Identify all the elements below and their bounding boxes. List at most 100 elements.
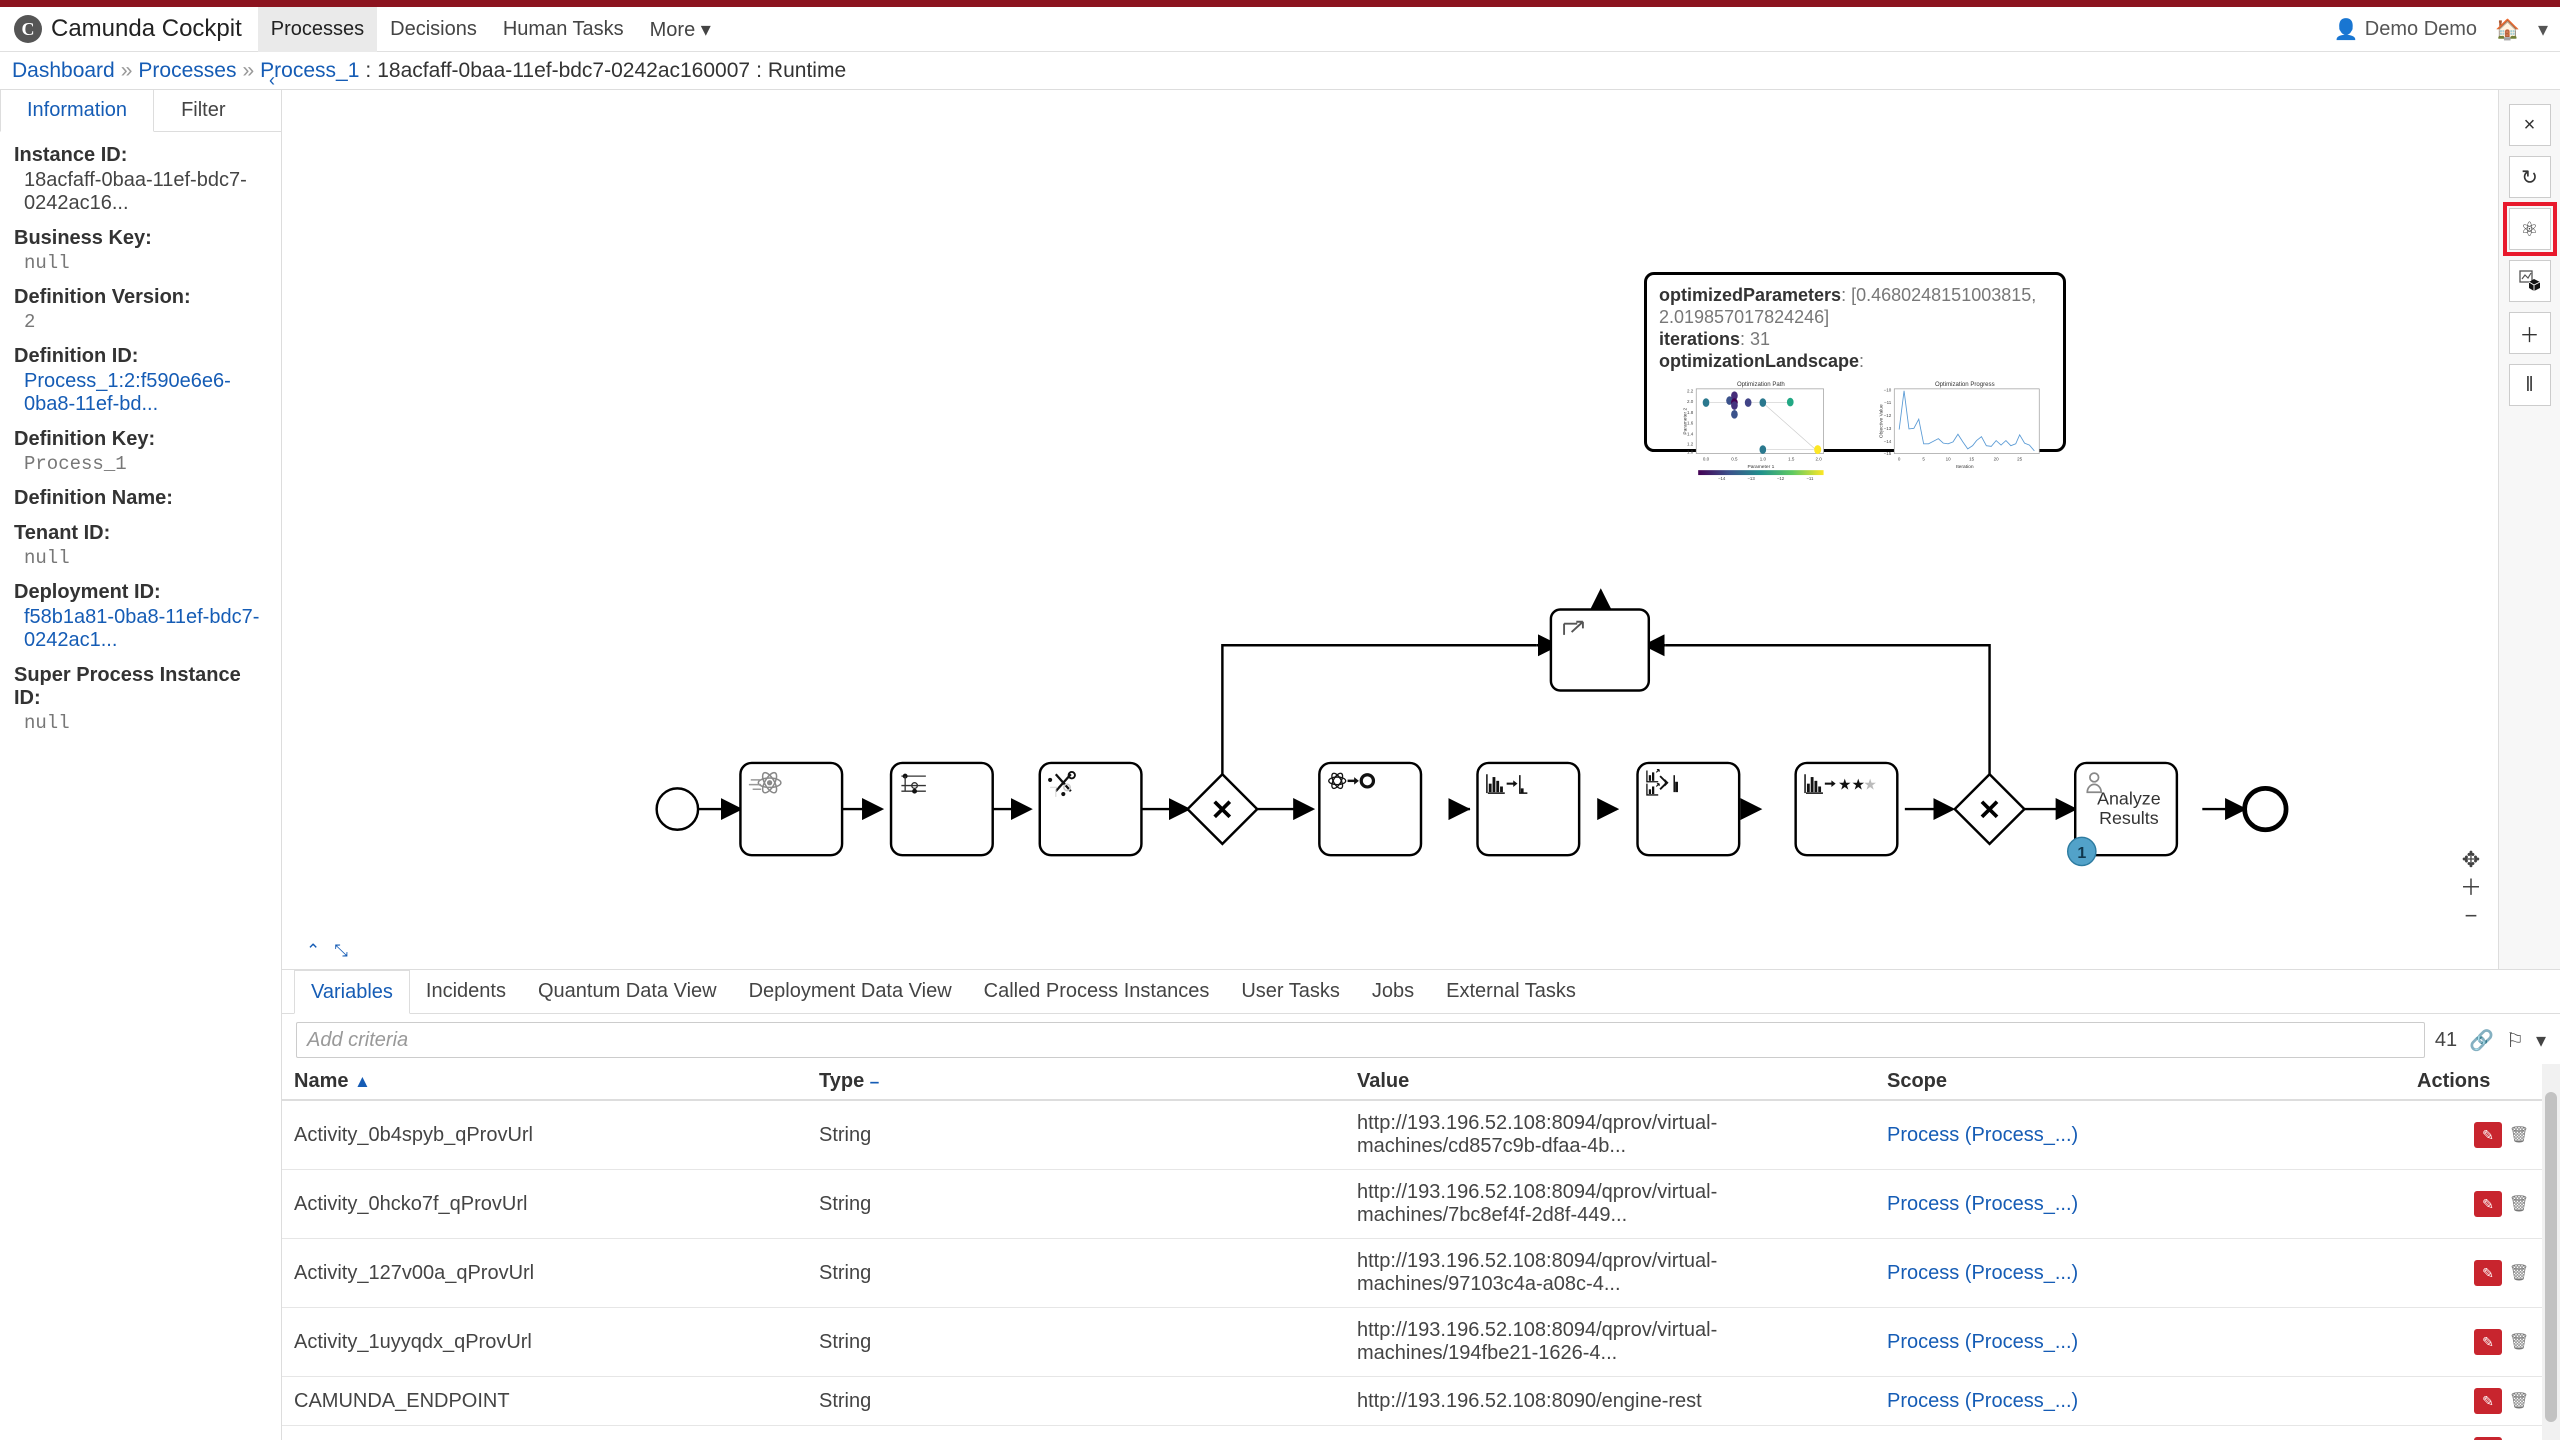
chevron-down-icon[interactable]: ▾ [2536,1028,2546,1053]
call-activity [1549,608,1651,692]
pencil-icon[interactable]: ✎ [2474,1329,2502,1355]
trash-icon[interactable]: 🗑 [2508,1191,2530,1217]
table-scrollbar[interactable] [2542,1064,2560,1440]
tab-jobs[interactable]: Jobs [1356,970,1430,1013]
zoom-out-icon[interactable]: − [2465,905,2478,927]
nav-item-processes[interactable]: Processes [257,6,378,52]
bpmn-diagram[interactable]: ✕ ✕ Analyze Results 1 ★★ ★ [282,90,2560,969]
tab-deployment-data-view[interactable]: Deployment Data View [733,970,968,1013]
field-label: Definition ID: [14,345,139,367]
tab-external-tasks[interactable]: External Tasks [1430,970,1592,1013]
refresh-icon[interactable]: ↻ [2508,156,2551,198]
chevron-down-icon[interactable]: ▾ [2538,20,2548,40]
nav-item-more[interactable]: More ▾ [637,7,724,52]
table-row[interactable]: QPROV_ENDPOINT String http://localhost:8… [282,1425,2542,1440]
nav-item-decisions[interactable]: Decisions [377,7,490,52]
nav-item-human-tasks[interactable]: Human Tasks [490,7,637,52]
sidebar-tab-information[interactable]: Information [0,90,155,132]
cell-scope[interactable]: Process (Process_...) [1875,1307,2405,1377]
svg-text:✕: ✕ [1211,793,1235,825]
breadcrumb-process-1[interactable]: Process_1 [260,59,359,83]
cell-actions: ✎ 🗑 [2405,1425,2542,1440]
brand[interactable]: C Camunda Cockpit [0,15,258,43]
start-event [655,787,700,832]
variable-tooltip-popup[interactable]: optimizedParameters: [0.4680248151003815… [1644,272,2066,481]
th-type[interactable]: Type – [807,1064,1345,1101]
chart2-ylabel: Objective Value [1879,404,1885,438]
table-row[interactable]: Activity_1uyyqdx_qProvUrl String http://… [282,1307,2542,1377]
table-row[interactable]: CAMUNDA_ENDPOINT String http://193.196.5… [282,1376,2542,1426]
atom-icon[interactable]: ⚛ [2502,202,2557,256]
user-menu[interactable]: 👤 Demo Demo [2334,18,2477,41]
breadcrumb-dashboard[interactable]: Dashboard [12,59,115,83]
tab-user-tasks[interactable]: User Tasks [1225,970,1356,1013]
flag-icon[interactable]: ⚐ [2506,1028,2524,1053]
chart1-cbtick--11: −11 [1806,476,1814,481]
collapse-panel-icon[interactable]: ⌃ [306,941,320,961]
search-input[interactable]: Add criteria [296,1022,2425,1058]
trash-icon[interactable]: 🗑 [2508,1329,2530,1355]
scope-link[interactable]: Process (Process_...) [1887,1193,2078,1215]
scrollbar-thumb[interactable] [2545,1092,2557,1422]
pencil-icon[interactable]: ✎ [2474,1260,2502,1286]
table-row[interactable]: Activity_0hcko7f_qProvUrl String http://… [282,1169,2542,1239]
chart2-ytick--12: −12 [1884,413,1892,418]
cell-value: http://193.196.52.108:8094/qprov/virtual… [1345,1238,1875,1308]
scope-link[interactable]: Process (Process_...) [1887,1124,2078,1146]
pencil-icon[interactable]: ✎ [2474,1122,2502,1148]
cell-scope[interactable]: Process (Process_...) [1875,1238,2405,1308]
sidebar-tab-filter[interactable]: Filter [154,90,252,131]
cell-scope[interactable]: Process (Process_...) [1875,1425,2405,1440]
cell-type: String [807,1425,1345,1440]
tab-variables[interactable]: Variables [294,970,410,1014]
th-name[interactable]: Name ▲ [282,1064,807,1101]
cube-chart-icon[interactable] [2508,260,2551,302]
user-icon: 👤 [2333,18,2359,41]
field-value-link[interactable]: f58b1a81-0ba8-11ef-bdc7-0242ac1... [14,606,267,652]
tab-quantum-data-view[interactable]: Quantum Data View [522,970,733,1013]
table-row[interactable]: Activity_0b4spyb_qProvUrl String http://… [282,1100,2542,1170]
field-label: Super Process Instance ID: [14,664,241,709]
cell-scope[interactable]: Process (Process_...) [1875,1376,2405,1426]
plus-icon[interactable]: ＋ [2508,312,2551,354]
field-value: 18acfaff-0baa-11ef-bdc7-0242ac16... [24,169,247,214]
expand-panel-icon[interactable]: ⤡ [334,941,348,961]
tab-incidents[interactable]: Incidents [410,970,522,1013]
field-value-link[interactable]: Process_1:2:f590e6e6-0ba8-11ef-bd... [14,370,267,416]
table-row[interactable]: Activity_127v00a_qProvUrl String http://… [282,1238,2542,1308]
trash-icon[interactable]: 🗑 [2508,1388,2530,1414]
cell-scope[interactable]: Process (Process_...) [1875,1169,2405,1239]
zoom-in-icon[interactable]: ＋ [2460,877,2482,899]
sort-ascending-icon[interactable]: ▲ [354,1072,371,1091]
scope-link[interactable]: Process (Process_...) [1887,1390,2078,1412]
breadcrumb-processes[interactable]: Processes [138,59,236,83]
left-sidebar: Information Filter ‹ Instance ID: 18acfa… [0,70,282,1440]
cell-name: QPROV_ENDPOINT [282,1425,807,1440]
pencil-icon[interactable]: ✎ [2474,1388,2502,1414]
breadcrumb: Dashboard » Processes » Process_1 : 18ac… [0,52,2560,90]
trash-icon[interactable]: 🗑 [2508,1122,2530,1148]
close-icon[interactable]: × [2508,104,2551,146]
pencil-icon[interactable]: ✎ [2474,1191,2502,1217]
pause-icon[interactable]: ‖ [2508,364,2551,406]
scope-link[interactable]: Process (Process_...) [1887,1262,2078,1284]
cell-name: Activity_0b4spyb_qProvUrl [282,1100,807,1170]
zoom-controls: ✥ ＋ − [2460,849,2482,927]
th-scope[interactable]: Scope [1875,1064,2405,1101]
home-icon[interactable]: 🏠 [2495,20,2520,40]
cell-scope[interactable]: Process (Process_...) [1875,1100,2405,1170]
link-icon[interactable]: 🔗 [2469,1028,2494,1053]
trash-icon[interactable]: 🗑 [2508,1260,2530,1286]
sidebar-collapse-icon[interactable]: ‹ [269,70,275,91]
th-value[interactable]: Value [1345,1064,1875,1101]
scope-link[interactable]: Process (Process_...) [1887,1331,2078,1353]
cell-type: String [807,1307,1345,1377]
table-header-row: Name ▲ Type – Value Scope Actions [282,1064,2542,1101]
popup-line-iterations: iterations: 31 [1659,329,2051,351]
cell-type: String [807,1238,1345,1308]
tab-called-process-instances[interactable]: Called Process Instances [968,970,1226,1013]
page-body: Information Filter ‹ Instance ID: 18acfa… [0,70,2560,1440]
zoom-reset-icon[interactable]: ✥ [2462,849,2480,871]
sort-none-icon[interactable]: – [870,1072,879,1091]
bpmn-canvas[interactable]: ✕ ✕ Analyze Results 1 ★★ ★ optimizedPara… [282,90,2560,970]
